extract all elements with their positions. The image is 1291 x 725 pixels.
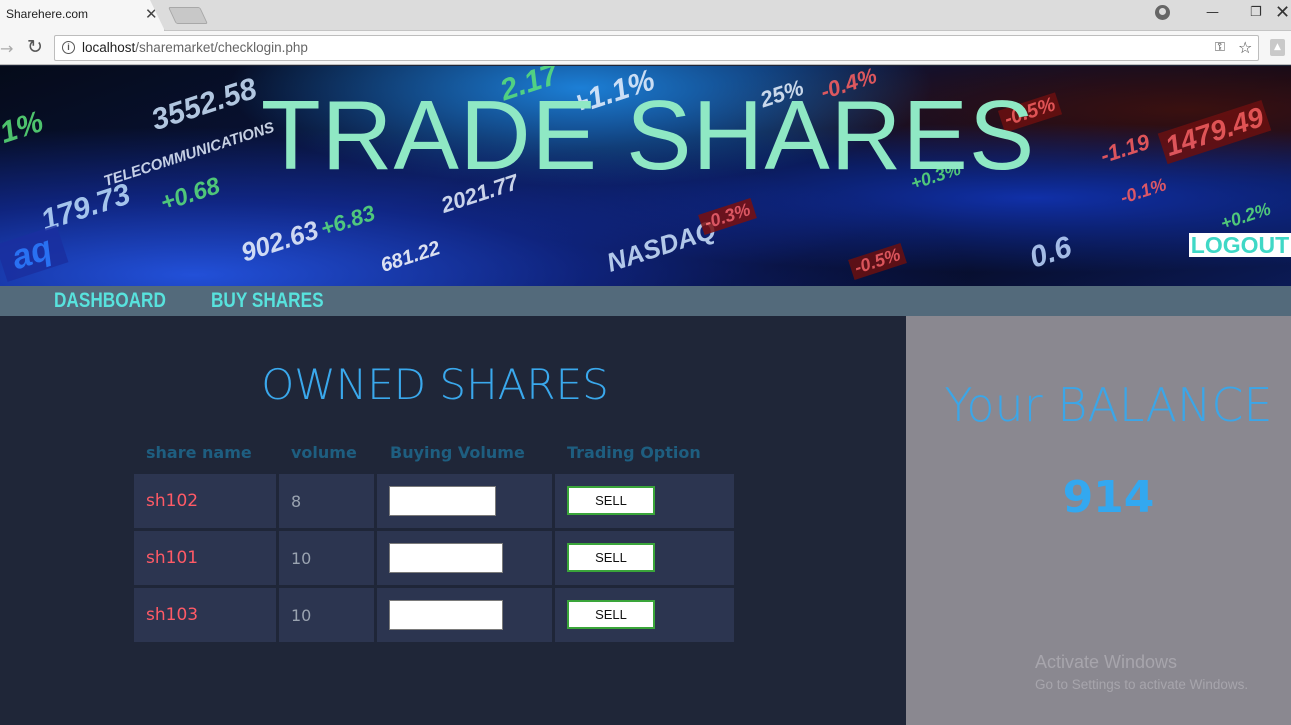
owned-shares-section: OWNED SHARES share name volume Buying Vo…	[0, 316, 906, 725]
share-volume: 10	[291, 549, 312, 568]
minimize-button[interactable]: —	[1206, 5, 1219, 20]
nav-buy-shares[interactable]: BUY SHARES	[211, 289, 324, 313]
share-volume: 8	[291, 492, 302, 511]
tab-title: Sharehere.com	[6, 7, 89, 21]
browser-tab[interactable]: Sharehere.com ✕	[0, 0, 165, 31]
header-share-name: share name	[146, 443, 252, 462]
owned-shares-title: OWNED SHARES	[261, 360, 609, 409]
tab-close-icon[interactable]: ✕	[145, 5, 158, 23]
url-path: /sharemarket/checklogin.php	[135, 40, 308, 55]
share-volume: 10	[291, 606, 312, 625]
buying-volume-input[interactable]	[389, 543, 503, 573]
activate-windows-title: Activate Windows	[1035, 652, 1178, 672]
url-text: localhost/sharemarket/checklogin.php	[82, 40, 308, 55]
url-host: localhost	[82, 40, 136, 55]
browser-toolbar: → ↻ i localhost/sharemarket/checklogin.p…	[0, 31, 1291, 65]
share-name: sh101	[146, 548, 199, 568]
buying-volume-input[interactable]	[389, 600, 503, 630]
bookmark-star-icon[interactable]: ☆	[1238, 38, 1252, 57]
balance-panel: Your BALANCE 914 Activate Windows Go to …	[906, 316, 1291, 725]
info-icon[interactable]: i	[62, 41, 75, 54]
browser-tab-bar: Sharehere.com ✕ — ❐ ✕	[0, 0, 1291, 31]
sell-button[interactable]: SELL	[567, 600, 655, 629]
share-name: sh102	[146, 491, 199, 511]
logout-button[interactable]: LOGOUT	[1189, 233, 1291, 257]
activate-windows-subtitle: Go to Settings to activate Windows.	[1035, 677, 1249, 692]
header-banner: 3552.58 1% TELECOMMUNICATIONS 179.73 +0.…	[0, 66, 1291, 286]
sell-button[interactable]: SELL	[567, 543, 655, 572]
restore-button[interactable]: ❐	[1250, 5, 1262, 20]
profile-icon[interactable]	[1155, 5, 1170, 20]
reload-icon[interactable]: ↻	[27, 36, 43, 58]
close-window-button[interactable]: ✕	[1275, 2, 1290, 23]
balance-value: 914	[1062, 472, 1155, 523]
sell-button[interactable]: SELL	[567, 486, 655, 515]
new-tab-button[interactable]	[168, 7, 208, 24]
buying-volume-input[interactable]	[389, 486, 496, 516]
address-bar[interactable]: i localhost/sharemarket/checklogin.php ⚿…	[54, 35, 1259, 61]
page-title: TRADE SHARES	[260, 80, 1036, 190]
back-arrow-icon[interactable]: →	[0, 39, 13, 58]
nav-dashboard[interactable]: DASHBOARD	[54, 289, 166, 313]
header-trading-option: Trading Option	[567, 443, 701, 462]
header-volume: volume	[291, 443, 357, 462]
header-buying-volume: Buying Volume	[390, 443, 525, 462]
extension-icon[interactable]: ▲	[1270, 39, 1285, 56]
share-name: sh103	[146, 605, 199, 625]
key-icon[interactable]: ⚿	[1215, 40, 1225, 55]
main-nav: DASHBOARD BUY SHARES	[0, 286, 1291, 316]
balance-title: Your BALANCE	[944, 378, 1273, 432]
